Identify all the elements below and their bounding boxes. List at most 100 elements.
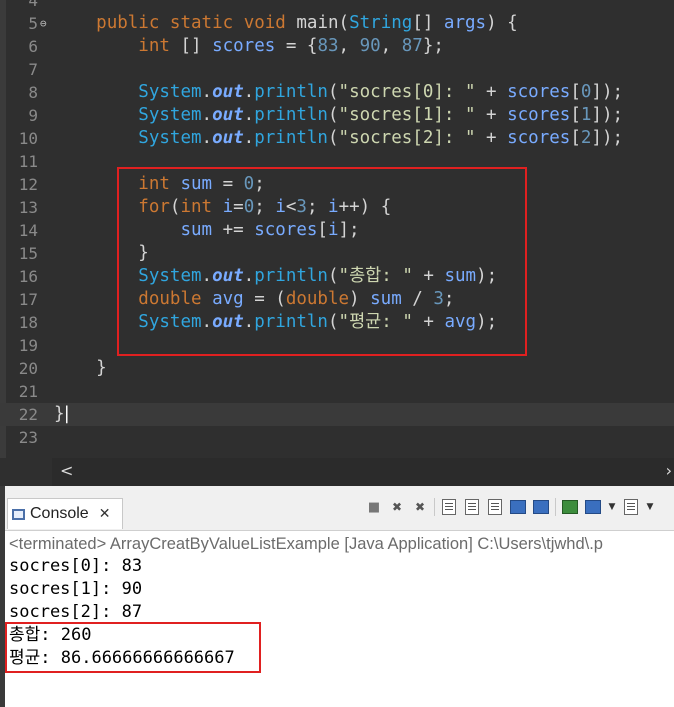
remove-all-terminated-icon[interactable]: ✖ [411,498,429,516]
code-token: println [254,266,328,286]
code-token: double [138,289,202,309]
code-token: out [212,266,244,286]
code-token: out [212,312,244,332]
code-token: args [443,13,487,33]
code-line[interactable]: 11 [0,150,674,173]
code-token: ( [327,266,339,286]
code-token: i [222,197,234,217]
code-token: println [254,105,328,125]
show-on-stderr-icon[interactable] [532,498,550,516]
terminate-icon[interactable]: ■ [365,498,383,516]
code-token: [ [570,105,581,125]
code-token: i [328,197,339,217]
toolbar-separator [555,498,556,516]
code-token: 2 [580,128,592,148]
code-token: sum [180,220,213,240]
code-text: System.out.println("총합: " + sum); [54,265,497,288]
code-line[interactable]: 23 [0,426,674,449]
code-token: ( [327,105,339,125]
code-token: avg [444,312,477,332]
console-output-line: socres[2]: 87 [9,602,143,622]
remove-launch-icon[interactable]: ✖ [388,498,406,516]
code-line[interactable]: 15 } [0,242,674,265]
console-icon [12,508,25,520]
code-line[interactable]: 20 } [0,357,674,380]
close-icon[interactable]: ✕ [99,506,111,522]
code-line[interactable]: 16 System.out.println("총합: " + sum); [0,265,674,288]
clear-console-icon[interactable] [440,498,458,516]
code-line[interactable]: 4 [0,0,674,12]
code-text: System.out.println("socres[1]: " + score… [54,104,623,127]
code-line[interactable]: 14 sum += scores[i]; [0,219,674,242]
display-console-icon[interactable] [584,498,602,516]
code-line[interactable]: 13 for(int i=0; i<3; i++) { [0,196,674,219]
code-line[interactable]: 17 double avg = (double) sum / 3; [0,288,674,311]
code-token: . [243,266,255,286]
code-line[interactable]: 21 [0,380,674,403]
code-token: . [201,105,213,125]
show-on-stdout-icon[interactable] [509,498,527,516]
code-token: for [138,197,170,217]
line-number: 22 [18,405,38,424]
code-token: + [412,312,445,332]
code-token: + [475,128,508,148]
fold-toggle-icon[interactable]: ⊖ [40,12,50,35]
scroll-right-icon[interactable]: › [666,461,672,480]
code-line[interactable]: 9 System.out.println("socres[1]: " + sco… [0,104,674,127]
code-line[interactable]: 10 System.out.println("socres[2]: " + sc… [0,127,674,150]
code-text: }| [54,403,72,426]
code-token: sum [180,174,213,194]
code-text: System.out.println("socres[2]: " + score… [54,127,623,150]
console-output-line: 평균: 86.66666666666667 [9,648,235,668]
code-text: } [54,357,107,380]
open-console-icon[interactable] [622,498,640,516]
code-line[interactable]: 5 ⊖ public static void main(String[] args… [0,12,674,35]
chevron-down-icon[interactable]: ▼ [607,498,617,516]
code-token: } [54,358,107,378]
code-line[interactable]: 22 }| [0,403,674,426]
chevron-down-icon[interactable]: ▼ [645,498,655,516]
horizontal-scrollbar[interactable]: < › [52,458,674,486]
code-line[interactable]: 7 [0,58,674,81]
code-token: . [201,128,213,148]
code-token: out [212,105,244,125]
code-token: i [327,220,339,240]
code-editor[interactable]: 4 5 ⊖ public static void main(String[] arg… [0,0,674,458]
code-line[interactable]: 19 [0,334,674,357]
word-wrap-icon[interactable] [486,498,504,516]
code-token: double [285,289,350,309]
code-token: System [138,128,202,148]
code-line[interactable]: 12 int sum = 0; [0,173,674,196]
code-text: System.out.println("평균: " + avg); [54,311,497,334]
tab-console[interactable]: Console ✕ [7,498,123,529]
code-token: "평균: " [338,312,413,332]
code-line[interactable]: 18 System.out.println("평균: " + avg); [0,311,674,334]
code-line[interactable]: 8 System.out.println("socres[0]: " + sco… [0,81,674,104]
code-token: . [243,82,255,102]
code-token: 0 [580,82,592,102]
code-line[interactable]: 6 int [] scores = {83, 90, 87}; [0,35,674,58]
line-number: 21 [18,382,38,401]
line-number: 18 [18,313,38,332]
pin-console-icon[interactable] [561,498,579,516]
line-number: 9 [28,106,38,125]
code-token: "socres[2]: " [338,128,476,148]
code-token: void [243,13,286,33]
code-token: ++) { [338,197,392,217]
line-number: 13 [18,198,38,217]
scroll-lock-icon[interactable] [463,498,481,516]
code-token: 90 [359,36,381,56]
line-number: 11 [18,152,38,171]
code-token: scores [507,82,571,102]
line-number: 17 [18,290,38,309]
line-number: 19 [18,336,38,355]
code-text: int [] scores = {83, 90, 87}; [54,35,444,58]
code-token: ]); [591,105,624,125]
scroll-left-icon[interactable]: < [60,461,73,480]
